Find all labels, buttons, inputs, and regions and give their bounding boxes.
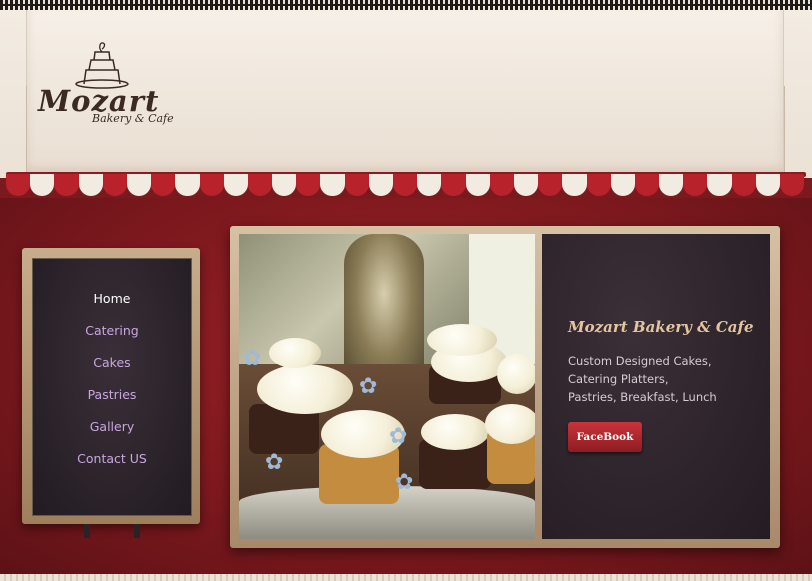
awning-scallop xyxy=(562,174,587,196)
awning-scallop xyxy=(368,174,393,196)
nav-chalkboard-frame: Home Catering Cakes Pastries Gallery Con… xyxy=(22,248,200,524)
awning-scallop xyxy=(126,174,152,196)
awning-scallop xyxy=(659,174,684,196)
awning-scallop xyxy=(6,174,31,196)
awning-scallop xyxy=(610,174,635,196)
cupcake xyxy=(257,364,353,414)
nav-item-cakes[interactable]: Cakes xyxy=(33,355,191,370)
awning-scallop xyxy=(634,174,660,196)
awning-scallop xyxy=(247,174,273,196)
bottom-border xyxy=(0,574,812,581)
hero-title: Mozart Bakery & Cafe xyxy=(568,318,754,336)
awning-scallop xyxy=(102,174,127,196)
awning-scallop xyxy=(296,174,321,196)
awning-scallop xyxy=(755,174,780,196)
flower-decoration: ✿ xyxy=(243,346,262,371)
cake-icon xyxy=(75,42,129,89)
awning-scallop xyxy=(151,174,176,196)
nav-chalkboard: Home Catering Cakes Pastries Gallery Con… xyxy=(32,258,192,516)
awning-scallop xyxy=(223,174,248,196)
angel-statue xyxy=(344,234,424,384)
awning-string-right xyxy=(784,86,785,176)
awning-scallop xyxy=(320,174,345,196)
cupcakes-photo: ✿ ✿ ✿ ✿ ✿ xyxy=(239,234,535,539)
flower-decoration: ✿ xyxy=(395,470,414,495)
nav-item-pastries[interactable]: Pastries xyxy=(33,387,191,402)
awning-scallop xyxy=(441,174,466,196)
awning-scallop xyxy=(489,174,514,196)
facebook-button[interactable]: FaceBook xyxy=(568,422,642,452)
nav-item-home[interactable]: Home xyxy=(33,291,191,306)
awning-scallop xyxy=(780,174,805,196)
awning-scallop xyxy=(707,174,732,196)
hero-description: Custom Designed Cakes, Catering Platters… xyxy=(568,354,717,404)
awning-scallop xyxy=(683,174,708,196)
nav-item-contact[interactable]: Contact US xyxy=(33,451,191,466)
awning-scallop xyxy=(586,174,611,196)
flower-decoration: ✿ xyxy=(265,450,284,475)
cupcake xyxy=(427,324,497,356)
top-border xyxy=(0,0,812,10)
cupcake xyxy=(485,404,535,444)
awning-scallop xyxy=(731,174,756,196)
logo[interactable]: Mozart Bakery & Cafe xyxy=(38,40,188,135)
flower-decoration: ✿ xyxy=(359,374,378,399)
awning-scallop xyxy=(78,174,103,196)
cupcake xyxy=(421,414,489,450)
awning-scallop xyxy=(199,174,224,196)
info-chalkboard: Mozart Bakery & Cafe Custom Designed Cak… xyxy=(542,234,770,539)
awning xyxy=(6,174,806,198)
nav-item-gallery[interactable]: Gallery xyxy=(33,419,191,434)
awning-scallop xyxy=(465,174,490,196)
cupcake xyxy=(269,338,321,368)
logo-tagline: Bakery & Cafe xyxy=(92,112,174,125)
awning-scallop xyxy=(344,174,369,196)
awning-scallop xyxy=(538,174,563,196)
nav-item-catering[interactable]: Catering xyxy=(33,323,191,338)
awning-scallop xyxy=(175,174,200,196)
awning-scallop xyxy=(54,174,79,196)
nav-stand-leg xyxy=(134,524,140,538)
awning-scallop xyxy=(417,174,442,196)
awning-scallop xyxy=(30,174,55,196)
cupcake xyxy=(497,354,535,394)
flower-decoration: ✿ xyxy=(389,424,408,449)
nav-stand-leg xyxy=(84,524,90,538)
awning-scallop xyxy=(393,174,418,196)
awning-string-left xyxy=(26,86,27,176)
awning-scallop xyxy=(272,174,297,196)
hero-frame: ✿ ✿ ✿ ✿ ✿ Mozart Bakery & Cafe Custom De… xyxy=(230,226,780,548)
awning-scallop xyxy=(513,174,539,196)
